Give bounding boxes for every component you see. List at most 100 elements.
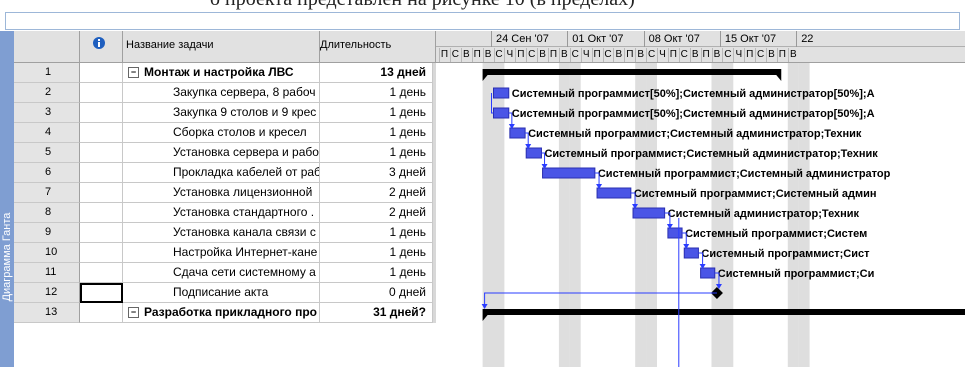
- task-row[interactable]: 11 Сдача сети системному а 1 день: [14, 263, 436, 283]
- row-id[interactable]: 13: [14, 303, 80, 323]
- task-row[interactable]: 4 Сборка столов и кресел 1 день: [14, 123, 436, 143]
- task-name-cell[interactable]: Сборка столов и кресел: [123, 123, 320, 143]
- duration-cell[interactable]: 1 день: [320, 143, 433, 163]
- task-name-cell[interactable]: − Монтаж и настройка ЛВС: [123, 63, 320, 83]
- info-cell[interactable]: [80, 83, 123, 103]
- view-bar-label: Диаграмма Ганта: [1, 212, 13, 302]
- task-row[interactable]: 12 Подписание акта 0 дней: [14, 283, 436, 303]
- task-bar: [700, 267, 716, 279]
- day-label: В: [787, 48, 798, 62]
- row-id[interactable]: 1: [14, 63, 80, 83]
- info-cell[interactable]: [80, 283, 123, 303]
- resource-label: Системный программист;Системный админ: [634, 188, 877, 200]
- task-row[interactable]: 8 Установка стандартного . 2 дней: [14, 203, 436, 223]
- summary-bar: [482, 309, 965, 315]
- duration-cell[interactable]: 1 день: [320, 243, 433, 263]
- info-cell[interactable]: [80, 263, 123, 283]
- select-all-corner[interactable]: [14, 31, 80, 63]
- task-name: Настройка Интернет-кане: [173, 245, 318, 259]
- task-name-cell[interactable]: Закупка сервера, 8 рабоч: [123, 83, 320, 103]
- row-id[interactable]: 6: [14, 163, 80, 183]
- info-cell[interactable]: [80, 103, 123, 123]
- task-name: Сборка столов и кресел: [173, 125, 307, 139]
- info-cell[interactable]: [80, 123, 123, 143]
- duration-cell[interactable]: 2 дней: [320, 183, 433, 203]
- dependency-link: [484, 292, 717, 307]
- day-label: Ч: [580, 48, 591, 62]
- task-row[interactable]: 7 Установка лицензионной 2 дней: [14, 183, 436, 203]
- info-cell[interactable]: [80, 163, 123, 183]
- week-label: 15 Окт '07: [724, 33, 777, 45]
- collapse-icon[interactable]: −: [128, 307, 139, 319]
- task-name-cell[interactable]: Установка лицензионной: [123, 183, 320, 203]
- row-id[interactable]: 11: [14, 263, 80, 283]
- task-row[interactable]: 9 Установка канала связи с 1 день: [14, 223, 436, 243]
- task-name-cell[interactable]: Установка стандартного .: [123, 203, 320, 223]
- row-id[interactable]: 4: [14, 123, 80, 143]
- duration-cell[interactable]: 1 день: [320, 103, 433, 123]
- day-label: Ч: [733, 48, 743, 62]
- task-name: Закупка 9 столов и 9 крес: [173, 105, 317, 119]
- row-id[interactable]: 3: [14, 103, 80, 123]
- task-name-cell[interactable]: Установка сервера и рабо: [123, 143, 320, 163]
- info-cell[interactable]: [80, 63, 123, 83]
- task-row[interactable]: 6 Прокладка кабелей от раб 3 дней: [14, 163, 436, 183]
- day-label: С: [722, 48, 732, 62]
- info-cell[interactable]: [80, 303, 123, 323]
- task-row[interactable]: 2 Закупка сервера, 8 рабоч 1 день: [14, 83, 436, 103]
- task-row[interactable]: 1 − Монтаж и настройка ЛВС 13 дней: [14, 63, 436, 83]
- info-column-header[interactable]: [80, 31, 123, 63]
- task-row[interactable]: 13 − Разработка прикладного про 31 дней?: [14, 303, 436, 323]
- view-bar[interactable]: Диаграмма Ганта: [0, 31, 14, 367]
- task-name-cell[interactable]: Установка канала связи с: [123, 223, 320, 243]
- task-bar: [525, 147, 542, 159]
- row-id[interactable]: 9: [14, 223, 80, 243]
- task-bar: [493, 107, 510, 119]
- task-row[interactable]: 5 Установка сервера и рабо 1 день: [14, 143, 436, 163]
- duration-cell[interactable]: 1 день: [320, 263, 433, 283]
- info-cell[interactable]: [80, 183, 123, 203]
- row-id[interactable]: 10: [14, 243, 80, 263]
- duration-cell[interactable]: 31 дней?: [320, 303, 433, 323]
- duration-cell[interactable]: 13 дней: [320, 63, 433, 83]
- duration-column-header[interactable]: Длительность: [320, 31, 436, 63]
- task-name-cell[interactable]: Сдача сети системному а: [123, 263, 320, 283]
- duration-cell[interactable]: 0 дней: [320, 283, 433, 303]
- gantt-bars-area[interactable]: Системный программист[50%];Системный адм…: [436, 63, 965, 367]
- info-cell[interactable]: [80, 223, 123, 243]
- resource-label: Системный администратор;Техник: [668, 208, 860, 220]
- duration-cell[interactable]: 3 дней: [320, 163, 433, 183]
- task-name-cell[interactable]: Прокладка кабелей от раб: [123, 163, 320, 183]
- info-icon: [93, 37, 105, 49]
- row-id[interactable]: 12: [14, 283, 80, 303]
- task-bar: [683, 247, 699, 259]
- row-id[interactable]: 7: [14, 183, 80, 203]
- task-name-cell[interactable]: Настройка Интернет-кане: [123, 243, 320, 263]
- task-bar: [493, 87, 510, 99]
- timescale-days: ПСВПВСЧПСВПВСЧПСВПВСЧПСВПВСЧПСВПВ: [436, 47, 965, 63]
- task-name-cell[interactable]: Закупка 9 столов и 9 крес: [123, 103, 320, 123]
- task-name: Установка сервера и рабо: [173, 145, 319, 159]
- row-id[interactable]: 5: [14, 143, 80, 163]
- day-label: С: [526, 48, 536, 62]
- task-row[interactable]: 10 Настройка Интернет-кане 1 день: [14, 243, 436, 263]
- task-name-column-header[interactable]: Название задачи: [123, 31, 320, 63]
- task-name-cell[interactable]: Подписание акта: [123, 283, 320, 303]
- task-row[interactable]: 3 Закупка 9 столов и 9 крес 1 день: [14, 103, 436, 123]
- row-id[interactable]: 2: [14, 83, 80, 103]
- duration-cell[interactable]: 1 день: [320, 83, 433, 103]
- row-id[interactable]: 8: [14, 203, 80, 223]
- info-cell[interactable]: [80, 243, 123, 263]
- resource-label: Системный программист;Системный админист…: [598, 168, 891, 180]
- entry-bar[interactable]: [5, 12, 960, 30]
- task-sheet: Название задачи Длительность 1 − Монтаж и …: [14, 31, 436, 367]
- gantt-chart[interactable]: 24 Сен '07 01 Окт '07 08 Окт '07 15 Окт '07…: [436, 31, 965, 367]
- duration-cell[interactable]: 1 день: [320, 223, 433, 243]
- duration-cell[interactable]: 2 дней: [320, 203, 433, 223]
- day-label: П: [667, 48, 677, 62]
- info-cell[interactable]: [80, 143, 123, 163]
- duration-cell[interactable]: 1 день: [320, 123, 433, 143]
- task-name-cell[interactable]: − Разработка прикладного про: [123, 303, 320, 323]
- collapse-icon[interactable]: −: [128, 67, 139, 79]
- info-cell[interactable]: [80, 203, 123, 223]
